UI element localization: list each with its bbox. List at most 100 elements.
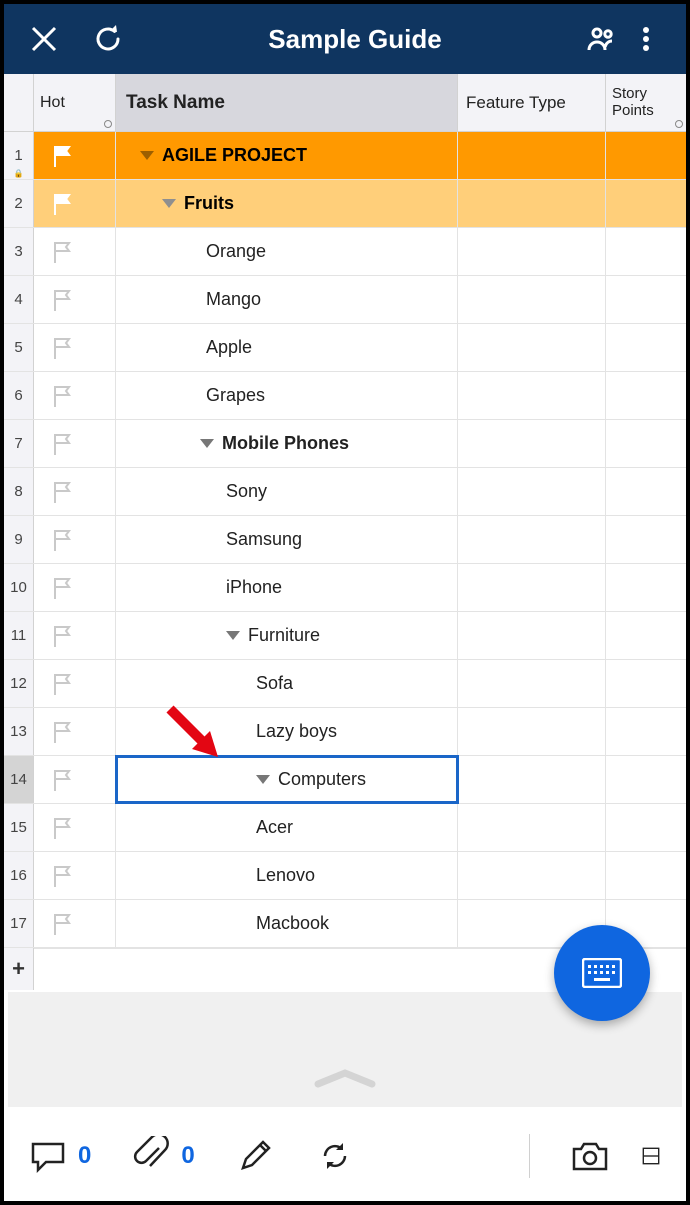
expand-icon[interactable]: [162, 199, 176, 208]
hot-cell[interactable]: [34, 900, 116, 947]
hot-cell[interactable]: [34, 276, 116, 323]
feature-cell[interactable]: [458, 228, 606, 275]
row-number[interactable]: 12: [4, 660, 34, 707]
drag-handle[interactable]: [4, 1063, 686, 1093]
flag-icon[interactable]: [52, 864, 74, 888]
feature-cell[interactable]: [458, 324, 606, 371]
row-number[interactable]: 1🔒: [4, 132, 34, 179]
attachments-button[interactable]: 0: [131, 1136, 194, 1176]
story-cell[interactable]: [606, 180, 686, 227]
expand-icon[interactable]: [200, 439, 214, 448]
feature-cell[interactable]: [458, 756, 606, 803]
flag-icon[interactable]: [52, 624, 74, 648]
hot-cell[interactable]: [34, 180, 116, 227]
camera-button[interactable]: [570, 1136, 610, 1176]
hot-cell[interactable]: [34, 372, 116, 419]
task-cell[interactable]: iPhone: [116, 564, 458, 611]
hot-cell[interactable]: [34, 564, 116, 611]
hot-cell[interactable]: [34, 468, 116, 515]
story-cell[interactable]: [606, 468, 686, 515]
feature-cell[interactable]: [458, 468, 606, 515]
hot-cell[interactable]: [34, 708, 116, 755]
flag-icon[interactable]: [52, 816, 74, 840]
story-cell[interactable]: [606, 324, 686, 371]
scan-button[interactable]: [640, 1136, 662, 1176]
flag-icon[interactable]: [52, 432, 74, 456]
row-number[interactable]: 17: [4, 900, 34, 947]
feature-cell[interactable]: [458, 420, 606, 467]
share-users-icon[interactable]: [580, 17, 624, 61]
row-number[interactable]: 3: [4, 228, 34, 275]
table-row[interactable]: 4Mango: [4, 276, 686, 324]
row-number[interactable]: 13: [4, 708, 34, 755]
story-cell[interactable]: [606, 852, 686, 899]
task-cell[interactable]: Lazy boys: [116, 708, 458, 755]
hot-cell[interactable]: [34, 612, 116, 659]
expand-icon[interactable]: [226, 631, 240, 640]
task-cell[interactable]: Furniture: [116, 612, 458, 659]
hot-cell[interactable]: [34, 420, 116, 467]
feature-cell[interactable]: [458, 708, 606, 755]
feature-cell[interactable]: [458, 180, 606, 227]
task-cell[interactable]: Acer: [116, 804, 458, 851]
task-cell[interactable]: Mango: [116, 276, 458, 323]
story-cell[interactable]: [606, 228, 686, 275]
flag-icon[interactable]: [52, 672, 74, 696]
flag-icon[interactable]: [52, 144, 74, 168]
story-cell[interactable]: [606, 564, 686, 611]
task-cell[interactable]: Apple: [116, 324, 458, 371]
keyboard-fab[interactable]: [554, 925, 650, 1021]
table-row[interactable]: 3Orange: [4, 228, 686, 276]
table-row[interactable]: 6 Grapes: [4, 372, 686, 420]
table-row[interactable]: 1🔒 AGILE PROJECT: [4, 132, 686, 180]
task-cell[interactable]: AGILE PROJECT: [116, 132, 458, 179]
flag-icon[interactable]: [52, 240, 74, 264]
feature-cell[interactable]: [458, 852, 606, 899]
flag-icon[interactable]: [52, 480, 74, 504]
task-cell[interactable]: Sony: [116, 468, 458, 515]
story-cell[interactable]: [606, 420, 686, 467]
feature-cell[interactable]: [458, 132, 606, 179]
col-task-name[interactable]: Task Name: [116, 74, 458, 131]
row-number[interactable]: 2: [4, 180, 34, 227]
hot-cell[interactable]: [34, 228, 116, 275]
row-number[interactable]: 14: [4, 756, 34, 803]
row-number[interactable]: 6: [4, 372, 34, 419]
story-cell[interactable]: [606, 516, 686, 563]
feature-cell[interactable]: [458, 276, 606, 323]
table-row[interactable]: 9Samsung: [4, 516, 686, 564]
task-cell[interactable]: Grapes: [116, 372, 458, 419]
flag-icon[interactable]: [52, 384, 74, 408]
row-number[interactable]: 16: [4, 852, 34, 899]
hot-cell[interactable]: [34, 324, 116, 371]
expand-icon[interactable]: [140, 151, 154, 160]
flag-icon[interactable]: [52, 528, 74, 552]
more-icon[interactable]: [624, 17, 668, 61]
hot-cell[interactable]: [34, 804, 116, 851]
table-row[interactable]: 8 Sony: [4, 468, 686, 516]
table-row[interactable]: 16 Lenovo: [4, 852, 686, 900]
feature-cell[interactable]: [458, 372, 606, 419]
row-number[interactable]: 8: [4, 468, 34, 515]
feature-cell[interactable]: [458, 612, 606, 659]
story-cell[interactable]: [606, 756, 686, 803]
task-cell[interactable]: Sofa: [116, 660, 458, 707]
task-cell[interactable]: Fruits: [116, 180, 458, 227]
table-row[interactable]: 12 Sofa: [4, 660, 686, 708]
col-hot[interactable]: Hot: [34, 74, 116, 131]
story-cell[interactable]: [606, 276, 686, 323]
refresh-icon[interactable]: [86, 17, 130, 61]
feature-cell[interactable]: [458, 660, 606, 707]
story-cell[interactable]: [606, 132, 686, 179]
task-cell[interactable]: Macbook: [116, 900, 458, 947]
table-row[interactable]: 11Furniture: [4, 612, 686, 660]
story-cell[interactable]: [606, 660, 686, 707]
task-cell[interactable]: Lenovo: [116, 852, 458, 899]
story-cell[interactable]: [606, 372, 686, 419]
flag-icon[interactable]: [52, 912, 74, 936]
hot-cell[interactable]: [34, 852, 116, 899]
table-row[interactable]: 15Acer: [4, 804, 686, 852]
story-cell[interactable]: [606, 612, 686, 659]
hot-cell[interactable]: [34, 660, 116, 707]
table-row[interactable]: 7Mobile Phones: [4, 420, 686, 468]
